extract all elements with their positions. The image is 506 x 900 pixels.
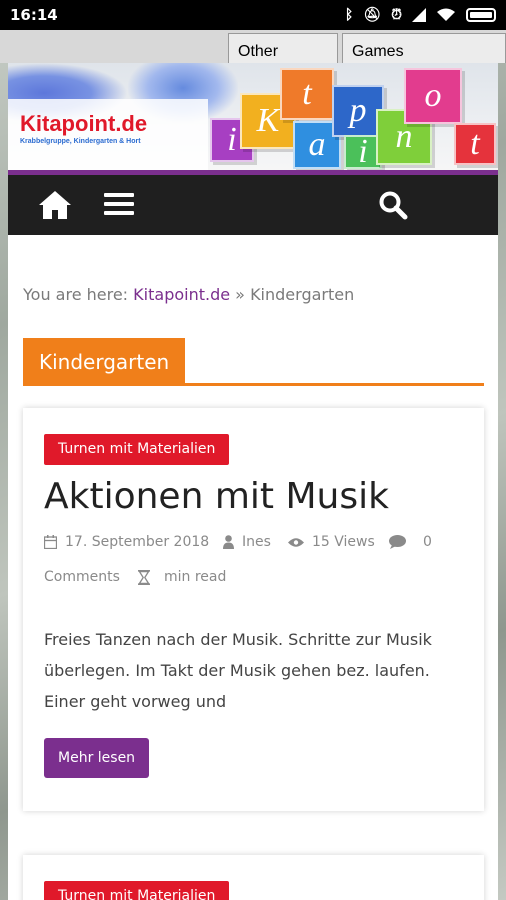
category-divider — [23, 383, 484, 386]
hourglass-icon — [138, 569, 150, 585]
post-date-text[interactable]: 17. September 2018 — [65, 534, 209, 550]
post-comments: 0 — [389, 534, 432, 550]
breadcrumb-separator: » — [235, 285, 245, 304]
logo-cube: o — [404, 68, 462, 124]
post-title[interactable]: Aktionen mit Musik — [44, 476, 389, 517]
comment-icon — [389, 535, 406, 549]
breadcrumb-prefix: You are here: — [23, 285, 129, 304]
battery-icon — [466, 8, 496, 22]
post-views: 15 Views — [288, 534, 375, 550]
breadcrumb: You are here: Kitapoint.de » Kindergarte… — [23, 285, 354, 304]
status-bar: 16:14 ᛒ 🔕︎ ⏰︎ — [0, 0, 506, 30]
tab-other[interactable]: Other — [228, 33, 338, 63]
site-header: Kitapoint.de Krabbelgruppe, Kindergarten… — [8, 63, 498, 175]
post-read-time-text: min read — [164, 569, 227, 585]
user-icon — [223, 535, 234, 549]
logo-cube: t — [454, 123, 496, 165]
post-author: Ines — [223, 534, 271, 550]
main-nav-bar — [8, 175, 498, 235]
home-icon[interactable] — [38, 190, 72, 220]
read-more-button[interactable]: Mehr lesen — [44, 738, 150, 778]
main-content: You are here: Kitapoint.de » Kindergarte… — [8, 235, 498, 900]
post-author-text[interactable]: Ines — [242, 534, 271, 550]
wifi-icon — [437, 8, 455, 21]
post-comments-label: Comments — [44, 569, 120, 585]
site-tagline: Krabbelgruppe, Kindergarten & Hort — [20, 138, 141, 145]
tab-games[interactable]: Games — [342, 33, 506, 63]
post-read-time: min read — [138, 569, 226, 585]
eye-icon — [288, 537, 304, 547]
category-title: Kindergarten — [23, 338, 186, 386]
signal-icon — [412, 8, 426, 22]
menu-icon[interactable] — [104, 190, 134, 218]
site-logo-title[interactable]: Kitapoint.de — [20, 111, 147, 137]
post-views-text: 15 Views — [312, 534, 375, 550]
mute-icon: 🔕︎ — [363, 7, 382, 23]
post-card: Turnen mit Materialien Aktionen mit Musi… — [23, 408, 484, 811]
alarm-icon: ⏰︎ — [391, 7, 402, 23]
post-comments-count[interactable]: 0 — [423, 534, 432, 550]
post-comments-label-text[interactable]: Comments — [44, 569, 120, 585]
search-icon[interactable] — [378, 190, 408, 220]
post-excerpt: Freies Tanzen nach der Musik. Schritte z… — [44, 630, 432, 711]
post-category-tag[interactable]: Turnen mit Materialien — [44, 434, 230, 465]
breadcrumb-home-link[interactable]: Kitapoint.de — [133, 285, 230, 304]
bluetooth-icon: ᛒ — [344, 7, 354, 23]
status-time: 16:14 — [10, 6, 58, 24]
browser-tab-bar: Other Games — [0, 30, 506, 63]
calendar-icon — [44, 535, 57, 549]
post-date: 17. September 2018 — [44, 534, 209, 550]
post-category-tag[interactable]: Turnen mit Materialien — [44, 881, 230, 900]
breadcrumb-current: Kindergarten — [250, 285, 355, 304]
status-icons: ᛒ 🔕︎ ⏰︎ — [345, 7, 496, 23]
logo-cube: t — [280, 68, 334, 120]
post-card: Turnen mit Materialien — [23, 855, 484, 900]
